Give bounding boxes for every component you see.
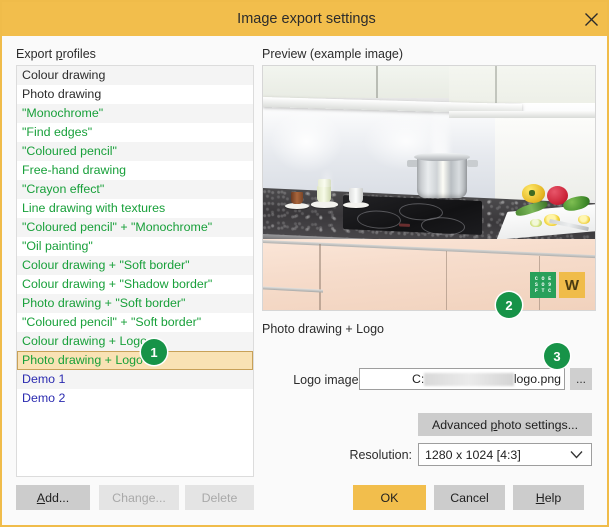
steam (432, 100, 449, 159)
logo-path-end: logo.png (513, 372, 561, 386)
cabinet-seam (319, 244, 321, 310)
profile-list-item[interactable]: Colour drawing + Logo (17, 332, 253, 351)
logo-image-label: Logo image: (293, 373, 362, 387)
close-icon[interactable] (577, 6, 605, 32)
logo-path-start: C: (412, 372, 425, 386)
logo-amber-tile: W (559, 272, 585, 298)
cancel-button[interactable]: Cancel (434, 485, 505, 510)
kitchen-scene: COE SO9 FTC W (263, 66, 595, 310)
lemon-slice (578, 214, 590, 224)
callout-badge-2: 2 (496, 292, 522, 318)
cooktop-control-mark (398, 223, 410, 227)
cup (317, 185, 332, 203)
export-profiles-list[interactable]: Colour drawing Photo drawing "Monochrome" "… (16, 65, 254, 477)
preview-caption: Photo drawing + Logo (262, 322, 384, 336)
cabinet-seam (445, 251, 448, 310)
resolution-value: 1280 x 1024 [4:3] (425, 447, 521, 462)
profile-list-item[interactable]: Colour drawing + "Shadow border" (17, 275, 253, 294)
profile-list-item[interactable]: Photo drawing + "Soft border" (17, 294, 253, 313)
callout-badge-3: 3 (544, 343, 570, 369)
cup (290, 191, 303, 205)
logo-green-tile: COE SO9 FTC (530, 272, 556, 298)
logo-glyph: F (534, 288, 538, 294)
profile-list-item[interactable]: "Crayon effect" (17, 180, 253, 199)
resolution-label: Resolution: (349, 448, 412, 462)
profile-list-item[interactable]: "Monochrome" (17, 104, 253, 123)
profile-list-item[interactable]: "Coloured pencil" + "Soft border" (17, 313, 253, 332)
profile-list-item[interactable]: Demo 2 (17, 389, 253, 408)
cooking-pot (417, 156, 468, 198)
callout-badge-1: 1 (141, 339, 167, 365)
profile-list-item[interactable]: "Coloured pencil" + "Monochrome" (17, 218, 253, 237)
add-button[interactable]: Add... (16, 485, 90, 510)
title-bar: Image export settings (2, 2, 607, 36)
cabinet-seam (375, 66, 378, 98)
change-button[interactable]: Change... (99, 485, 179, 510)
under-cabinet-light (448, 111, 595, 119)
pot-rim (414, 152, 471, 161)
delete-button[interactable]: Delete (185, 485, 254, 510)
cup (349, 187, 363, 203)
ok-button[interactable]: OK (353, 485, 426, 510)
upper-cabinet-left (263, 66, 449, 98)
help-button[interactable]: Help (513, 485, 584, 510)
preview-label: Preview (example image) (262, 47, 404, 61)
logo-browse-button[interactable]: ... (570, 368, 592, 390)
profile-list-item[interactable]: "Find edges" (17, 123, 253, 142)
saucer (311, 201, 338, 208)
backsplash-wall-right (495, 112, 595, 201)
logo-image-input[interactable]: C: logo.png (359, 368, 565, 390)
advanced-photo-settings-button[interactable]: Advanced photo settings... (418, 413, 592, 436)
light-glow (269, 109, 343, 174)
window-title: Image export settings (237, 11, 376, 27)
profile-list-item[interactable]: Photo drawing (17, 85, 253, 104)
resolution-select[interactable]: 1280 x 1024 [4:3] (418, 443, 592, 466)
profile-list-item[interactable]: Colour drawing + "Soft border" (17, 256, 253, 275)
profile-list-item[interactable]: "Oil painting" (17, 237, 253, 256)
profile-list-item[interactable]: Free-hand drawing (17, 161, 253, 180)
logo-path-redacted (424, 372, 514, 386)
chevron-down-icon (570, 450, 591, 459)
cup-lid (318, 178, 331, 187)
logo-watermark: COE SO9 FTC W (530, 272, 585, 298)
image-export-settings-dialog: Image export settings Export profiles Co… (0, 0, 609, 527)
profile-list-item[interactable]: Line drawing with textures (17, 199, 253, 218)
export-profiles-label: Export profiles (16, 47, 96, 61)
logo-glyph: C (548, 288, 552, 294)
profile-list-item[interactable]: Photo drawing + Logo (17, 351, 253, 370)
preview-image: COE SO9 FTC W (262, 65, 596, 311)
cooktop (342, 194, 483, 237)
lime-slice (530, 218, 542, 228)
profile-list-item[interactable]: "Coloured pencil" (17, 142, 253, 161)
logo-glyph: T (541, 288, 545, 294)
pot-handle (466, 159, 479, 168)
burner-ring (356, 209, 401, 230)
profile-list-item[interactable]: Demo 1 (17, 370, 253, 389)
profile-list-item[interactable]: Colour drawing (17, 66, 253, 85)
